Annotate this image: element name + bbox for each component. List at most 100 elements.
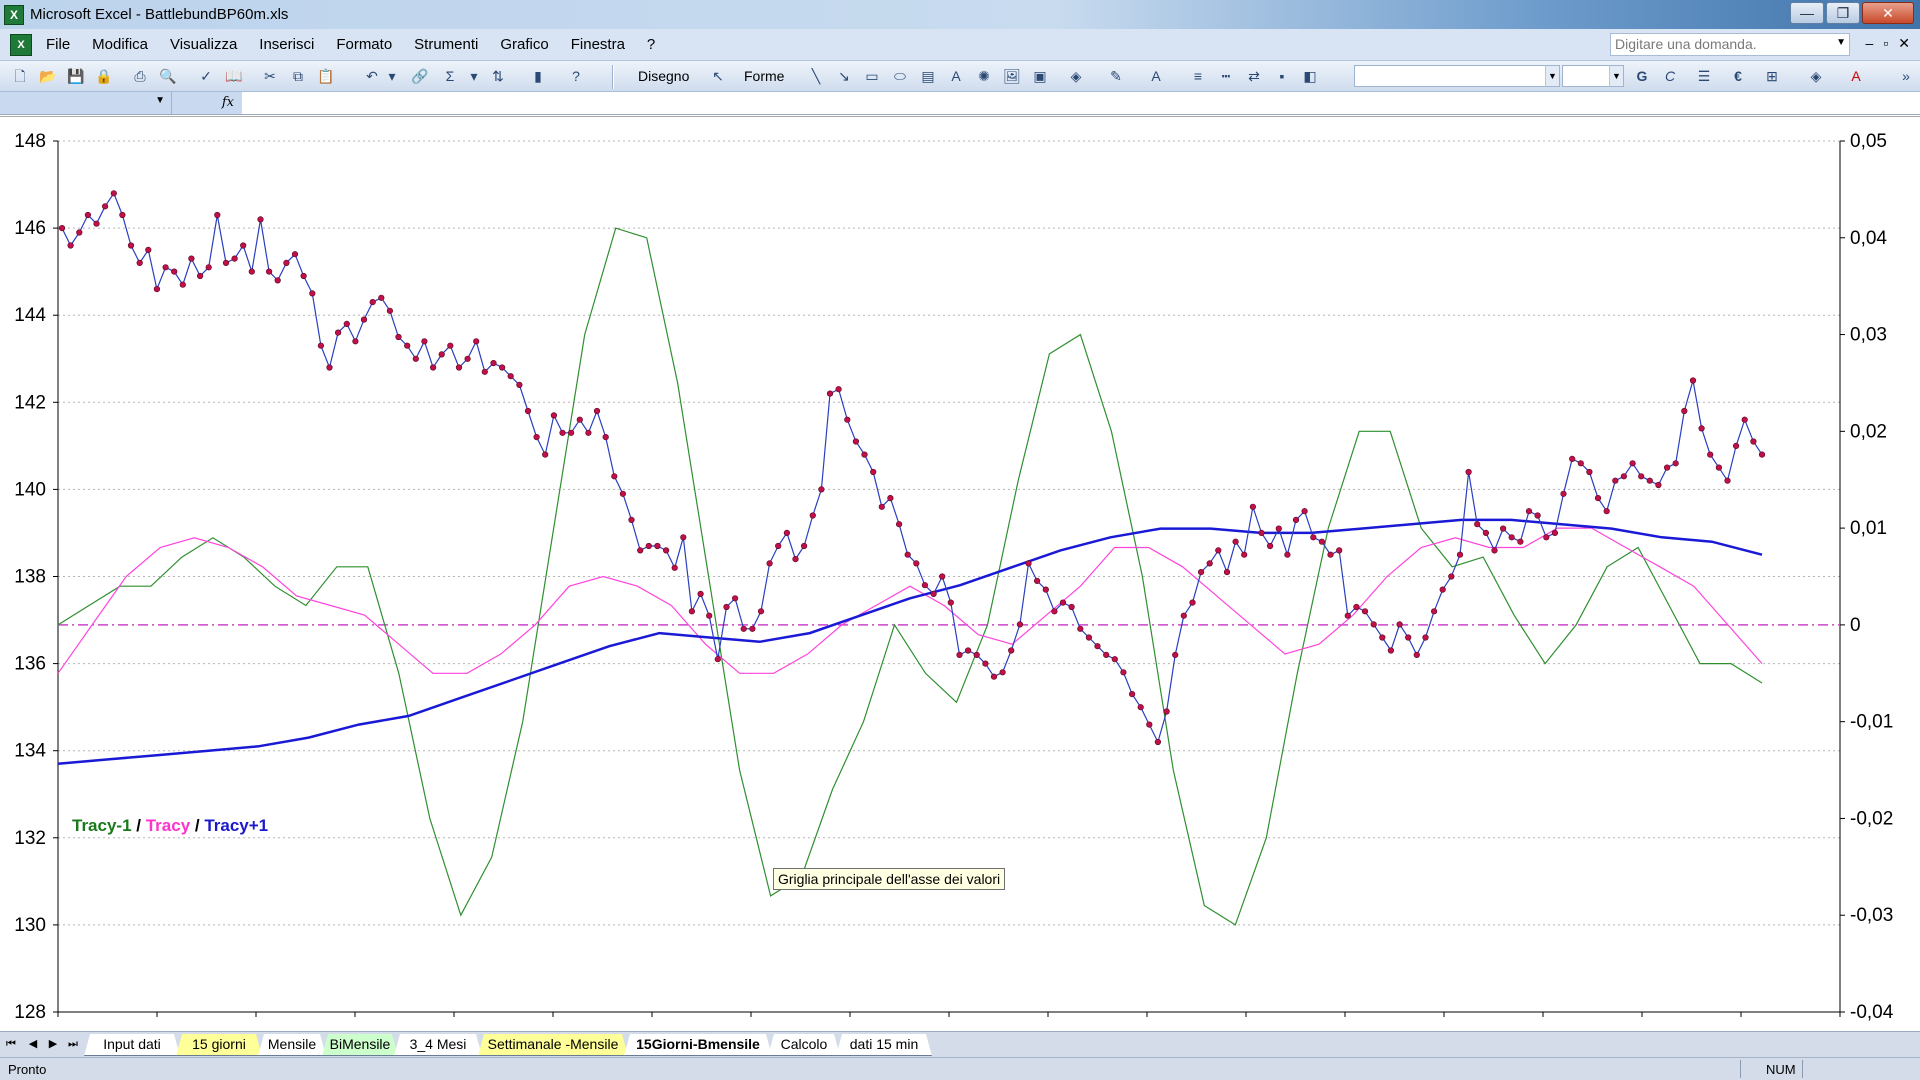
sort-icon[interactable]: ⇅ xyxy=(488,67,508,85)
hyperlink-icon[interactable]: 🔗 xyxy=(410,67,430,85)
menu-formato[interactable]: Formato xyxy=(332,34,396,55)
arrow-style-icon[interactable]: ⇄ xyxy=(1244,67,1264,85)
bold-button[interactable]: G xyxy=(1632,67,1652,85)
research-icon[interactable]: 📖 xyxy=(224,67,244,85)
menu-grafico[interactable]: Grafico xyxy=(496,34,552,55)
last-sheet-icon[interactable]: ⏭ xyxy=(66,1036,80,1052)
borders-icon[interactable]: ⊞ xyxy=(1762,67,1782,85)
price-point xyxy=(343,320,350,327)
print-icon[interactable]: ⎙ xyxy=(130,67,150,85)
menu-inserisci[interactable]: Inserisci xyxy=(255,34,318,55)
sheet-tab[interactable]: Settimanale -Mensile xyxy=(478,1034,628,1056)
price-point xyxy=(939,573,946,580)
print-preview-icon[interactable]: 🔍 xyxy=(158,67,178,85)
sheet-tab[interactable]: 15 giorni xyxy=(176,1034,262,1056)
permission-icon[interactable]: 🔒 xyxy=(94,67,114,85)
oval-icon[interactable]: ⬭ xyxy=(890,67,910,85)
menu-finestra[interactable]: Finestra xyxy=(567,34,629,55)
chart-wizard-icon[interactable]: ▮ xyxy=(528,67,548,85)
doc-restore-button[interactable]: ▫ xyxy=(1883,35,1888,52)
diagram-icon[interactable]: ✺ xyxy=(974,67,994,85)
price-point xyxy=(1301,508,1308,515)
shapes-menu[interactable]: Forme xyxy=(744,68,784,84)
next-sheet-icon[interactable]: ▶ xyxy=(46,1036,60,1052)
menu-visualizza[interactable]: Visualizza xyxy=(166,34,241,55)
cut-icon[interactable]: ✂ xyxy=(260,67,280,85)
price-point xyxy=(110,190,117,197)
chart-legend[interactable]: Tracy-1 / Tracy / Tracy+1 xyxy=(72,816,268,836)
euro-button[interactable]: € xyxy=(1728,67,1748,85)
save-icon[interactable]: 💾 xyxy=(66,67,86,85)
new-document-icon[interactable]: 🗋 xyxy=(10,67,30,85)
paste-icon[interactable]: 📋 xyxy=(316,67,336,85)
shadow-icon[interactable]: ▪ xyxy=(1272,67,1292,85)
fill-color-icon[interactable]: ◈ xyxy=(1066,67,1086,85)
clipart-icon[interactable]: 🖼 xyxy=(1002,67,1022,85)
doc-minimize-button[interactable]: – xyxy=(1866,35,1874,52)
italic-button[interactable]: C xyxy=(1660,67,1680,85)
line-style-icon[interactable]: ≡ xyxy=(1188,67,1208,85)
autosum-icon[interactable]: Σ xyxy=(440,67,460,85)
font-color-icon[interactable]: A xyxy=(1146,67,1166,85)
chart-area[interactable]: 148 146 144 142 140 138 136 134 132 130 128 0,05 0,0… xyxy=(0,116,1920,1031)
chevron-down-icon[interactable]: ▼ xyxy=(155,95,165,106)
chevron-down-icon[interactable]: ▾ xyxy=(464,67,484,85)
undo-icon[interactable]: ↶ xyxy=(362,67,382,85)
3d-icon[interactable]: ◧ xyxy=(1300,67,1320,85)
sheet-tab[interactable]: Calcolo xyxy=(768,1034,840,1056)
price-point xyxy=(1275,525,1282,532)
sheet-tab[interactable]: dati 15 min xyxy=(836,1034,932,1056)
font-color-icon[interactable]: A xyxy=(1846,67,1866,85)
line-color-icon[interactable]: ✎ xyxy=(1106,67,1126,85)
line-icon[interactable]: ╲ xyxy=(806,67,826,85)
chevron-down-icon[interactable]: ▾ xyxy=(382,67,402,85)
price-point xyxy=(1750,438,1757,445)
menu-modifica[interactable]: Modifica xyxy=(88,34,152,55)
restore-button[interactable]: ❐ xyxy=(1826,2,1860,24)
picture-icon[interactable]: ▣ xyxy=(1030,67,1050,85)
align-icon[interactable]: ☰ xyxy=(1694,67,1714,85)
dash-style-icon[interactable]: ┅ xyxy=(1216,67,1236,85)
chart[interactable]: 148 146 144 142 140 138 136 134 132 130 128 0,05 0,0… xyxy=(0,117,1920,1032)
doc-close-button[interactable]: ✕ xyxy=(1898,35,1910,52)
sheet-tab[interactable]: Mensile xyxy=(258,1034,326,1056)
menu-file[interactable]: File xyxy=(42,34,74,55)
help-search-input[interactable]: Digitare una domanda. ▼ xyxy=(1610,33,1850,56)
prev-sheet-icon[interactable]: ◀ xyxy=(26,1036,40,1052)
chevron-down-icon[interactable]: ▼ xyxy=(1609,66,1623,86)
textbox-icon[interactable]: ▤ xyxy=(918,67,938,85)
spelling-icon[interactable]: ✓ xyxy=(196,67,216,85)
font-combo[interactable]: ▼ xyxy=(1354,65,1560,87)
close-button[interactable]: ✕ xyxy=(1862,2,1914,24)
help-icon[interactable]: ? xyxy=(566,67,586,85)
select-cursor-icon[interactable]: ↖ xyxy=(708,67,728,85)
price-point xyxy=(818,486,825,493)
menu-help[interactable]: ? xyxy=(643,34,659,55)
price-point xyxy=(1612,477,1619,484)
excel-icon[interactable]: X xyxy=(4,4,24,25)
name-box[interactable]: ▼ xyxy=(0,92,172,114)
price-point xyxy=(1085,634,1092,641)
workbook-icon[interactable]: X xyxy=(10,33,32,56)
wordart-icon[interactable]: A xyxy=(946,67,966,85)
drawing-menu[interactable]: Disegno xyxy=(638,68,689,84)
price-point xyxy=(533,434,540,441)
sheet-tab[interactable]: 15Giorni-Bmensile xyxy=(624,1034,772,1056)
arrow-icon[interactable]: ↘ xyxy=(834,67,854,85)
sheet-tab[interactable]: Input dati xyxy=(84,1034,180,1056)
price-point xyxy=(1206,560,1213,567)
copy-icon[interactable]: ⧉ xyxy=(288,67,308,85)
chevron-down-icon[interactable]: ▼ xyxy=(1545,66,1559,86)
menu-strumenti[interactable]: Strumenti xyxy=(410,34,482,55)
sheet-tab[interactable]: 3_4 Mesi xyxy=(394,1034,482,1056)
open-folder-icon[interactable]: 📂 xyxy=(38,67,58,85)
sheet-tab[interactable]: BiMensile xyxy=(322,1034,398,1056)
fill-bucket-icon[interactable]: ◈ xyxy=(1806,67,1826,85)
minimize-button[interactable]: — xyxy=(1790,2,1824,24)
first-sheet-icon[interactable]: ⏮ xyxy=(4,1036,18,1052)
chevron-down-icon[interactable]: ▼ xyxy=(1836,37,1846,48)
font-size-combo[interactable]: ▼ xyxy=(1562,65,1624,87)
rectangle-icon[interactable]: ▭ xyxy=(862,67,882,85)
insert-function-button[interactable]: fx xyxy=(172,92,242,114)
toolbar-options-icon[interactable]: » xyxy=(1896,67,1916,85)
